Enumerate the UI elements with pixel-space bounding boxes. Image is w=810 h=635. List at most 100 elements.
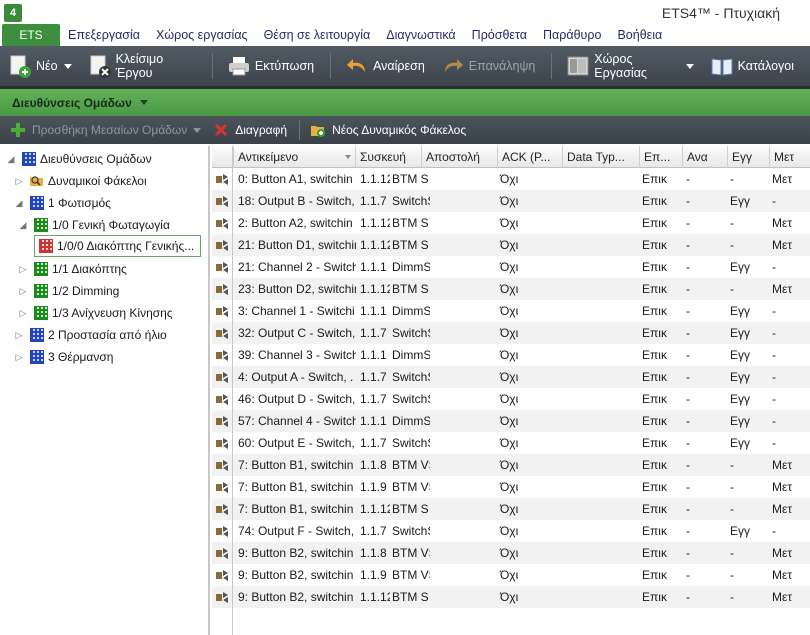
book-icon	[710, 54, 734, 78]
table-row[interactable]: 39: Channel 3 - Switch 1.1.1 DimmS Όχι Επικ -…	[212, 344, 810, 366]
tree-item-lighting[interactable]: ◢ 1 Φωτισμός	[14, 192, 111, 214]
column-header-device[interactable]: Συσκευή	[356, 146, 422, 168]
tree-item-motion-detection[interactable]: ▷ 1/3 Ανίχνευση Κίνησης	[18, 302, 173, 324]
new-dynamic-folder-button[interactable]: Νέος Δυναμικός Φάκελος	[310, 122, 466, 138]
cell-ack: Όχι	[500, 436, 519, 450]
delete-button[interactable]: Διαγραφή	[213, 122, 287, 138]
cell-device-name: BTM VS	[392, 568, 430, 582]
table-row[interactable]: 3: Channel 1 - Switchi 1.1.1 DimmS Όχι Επικ -…	[212, 300, 810, 322]
expand-icon[interactable]: ▷	[14, 176, 24, 187]
column-header-object[interactable]: Αντικείμενο	[234, 146, 356, 168]
group-object-icon	[216, 261, 230, 273]
menu-extras[interactable]: Πρόσθετα	[464, 24, 535, 46]
table-row[interactable]: 21: Button D1, switchin 1.1.12BTM S Όχι Επι…	[212, 234, 810, 256]
redo-button[interactable]: Επανάληψη	[441, 51, 535, 81]
expand-icon[interactable]: ▷	[18, 308, 28, 319]
tree-item-label: 2 Προστασία από ήλιο	[48, 328, 167, 342]
undo-button[interactable]: Αναίρεση	[345, 51, 425, 81]
table-row[interactable]: 0: Button A1, switchin 1.1.12BTM S Όχι Επικ…	[212, 168, 810, 190]
cell-ack: Όχι	[500, 392, 519, 406]
column-header-data-type[interactable]: Data Typ...	[563, 146, 640, 168]
catalogs-button[interactable]: Κατάλογοι	[710, 51, 794, 81]
cell-ana: -	[686, 502, 690, 516]
expand-icon[interactable]: ▷	[18, 286, 28, 297]
chevron-down-icon[interactable]	[193, 127, 202, 133]
table-row[interactable]: 46: Output D - Switch, 1.1.7 SwitchS Όχι Επι…	[212, 388, 810, 410]
table-row[interactable]: 7: Button B1, switchin 1.1.12BTM S Όχι Επικ…	[212, 498, 810, 520]
new-button[interactable]: Νέο	[8, 51, 72, 81]
menu-help[interactable]: Βοήθεια	[609, 24, 670, 46]
column-header-send[interactable]: Αποστολή	[422, 146, 498, 168]
collapse-icon[interactable]: ◢	[14, 198, 24, 209]
cell-ep: Επικ	[642, 282, 667, 296]
menu-workspace[interactable]: Χώρος εργασίας	[148, 24, 256, 46]
table-row[interactable]: 4: Output A - Switch, . 1.1.7 SwitchS Όχι Επ…	[212, 366, 810, 388]
workspace-button[interactable]: Χώρος Εργασίας	[566, 51, 694, 81]
table-row[interactable]: 9: Button B2, switchin 1.1.8 BTM VS Όχι Επικ…	[212, 542, 810, 564]
add-middle-groups-button[interactable]: Προσθήκη Μεσαίων Ομάδων	[10, 122, 202, 138]
cell-met: Μετ	[772, 282, 793, 296]
cell-met: -	[772, 260, 776, 274]
tree-item-general-lighting[interactable]: ◢ 1/0 Γενική Φωταγωγία	[18, 214, 170, 236]
menu-diagnostics[interactable]: Διαγνωστικά	[378, 24, 463, 46]
menu-edit[interactable]: Επεξεργασία	[60, 24, 148, 46]
cell-egg: Εγγ	[730, 436, 751, 450]
cell-device-name: DimmS	[392, 304, 430, 318]
expand-icon[interactable]: ▷	[14, 352, 24, 363]
table-row[interactable]: 23: Button D2, switchin 1.1.12BTM S Όχι Επι…	[212, 278, 810, 300]
main-toolbar: Νέο Κλείσιμο Έργου Εκτύπωση Αναίρεση Επα…	[0, 46, 810, 86]
table-row[interactable]: 7: Button B1, switchin 1.1.8 BTM VS Όχι Επικ…	[212, 454, 810, 476]
cell-met: -	[772, 414, 776, 428]
panel-header[interactable]: Διευθύνσεις Ομάδων	[0, 86, 810, 116]
column-header-ack[interactable]: ACK (P...	[498, 146, 563, 168]
cell-egg: -	[730, 238, 734, 252]
cell-ep: Επικ	[642, 414, 667, 428]
sub-toolbar: Προσθήκη Μεσαίων Ομάδων Διαγραφή Νέος Δυ…	[0, 116, 810, 144]
chevron-down-icon[interactable]	[63, 63, 72, 69]
tree-item-switch[interactable]: ▷ 1/1 Διακόπτης	[18, 258, 127, 280]
cell-ack: Όχι	[500, 304, 519, 318]
cell-device-name: BTM S	[392, 172, 429, 186]
cell-met: Μετ	[772, 216, 793, 230]
table-row[interactable]: 32: Output C - Switch, 1.1.7 SwitchS Όχι Επι…	[212, 322, 810, 344]
menu-window[interactable]: Παράθυρο	[535, 24, 609, 46]
column-header-ep[interactable]: Επ...	[640, 146, 683, 168]
table-row[interactable]: 74: Output F - Switch, 1.1.7 SwitchS Όχι Επι…	[212, 520, 810, 542]
ets-menu-button[interactable]: ETS	[2, 24, 60, 46]
group-object-icon	[216, 283, 230, 295]
expand-icon[interactable]: ▷	[14, 330, 24, 341]
tree-item-general-switch[interactable]: 1/0/0 Διακόπτης Γενικής...	[34, 235, 202, 257]
tree-item-group-addresses[interactable]: ◢ Διευθύνσεις Ομάδων	[6, 148, 152, 170]
menu-commissioning[interactable]: Θέση σε λειτουργία	[256, 24, 379, 46]
group-object-icon	[216, 239, 230, 251]
close-project-button[interactable]: Κλείσιμο Έργου	[88, 51, 196, 81]
cell-egg: -	[730, 546, 734, 560]
collapse-icon[interactable]: ◢	[18, 220, 28, 231]
column-header-ana[interactable]: Ανα	[683, 146, 728, 168]
cell-object: 74: Output F - Switch,	[238, 524, 355, 538]
tree-item-heating[interactable]: ▷ 3 Θέρμανση	[14, 346, 113, 368]
table-row[interactable]: 21: Channel 2 - Switch 1.1.1 DimmS Όχι Επικ -…	[212, 256, 810, 278]
table-row[interactable]: 9: Button B2, switchin 1.1.9 BTM VS Όχι Επικ…	[212, 564, 810, 586]
expand-icon[interactable]: ▷	[18, 264, 28, 275]
chevron-down-icon[interactable]	[685, 63, 694, 69]
cell-device: 1.1.1	[360, 304, 387, 318]
table-row[interactable]: 18: Output B - Switch, 1.1.7 SwitchS Όχι Επι…	[212, 190, 810, 212]
table-row[interactable]: 60: Output E - Switch, 1.1.7 SwitchS Όχι Επι…	[212, 432, 810, 454]
column-header-egg[interactable]: Εγγ	[728, 146, 770, 168]
table-row[interactable]: 57: Channel 4 - Switch 1.1.1 DimmS Όχι Επικ -…	[212, 410, 810, 432]
tree-item-dynamic-folders[interactable]: ▷ Δυναμικοί Φάκελοι	[14, 170, 147, 192]
cell-device: 1.1.12	[360, 172, 390, 186]
collapse-icon[interactable]: ◢	[6, 154, 16, 165]
print-button[interactable]: Εκτύπωση	[227, 51, 314, 81]
cell-met: Μετ	[772, 546, 793, 560]
chevron-down-icon[interactable]	[139, 100, 148, 105]
table-row[interactable]: 2: Button A2, switchin 1.1.12BTM S Όχι Επικ…	[212, 212, 810, 234]
tree-item-sun-protection[interactable]: ▷ 2 Προστασία από ήλιο	[14, 324, 167, 346]
table-row[interactable]: 9: Button B2, switchin 1.1.12BTM S Όχι Επικ…	[212, 586, 810, 608]
column-header-met[interactable]: Μετ	[770, 146, 810, 168]
cell-met: -	[772, 326, 776, 340]
tree-item-dimming[interactable]: ▷ 1/2 Dimming	[18, 280, 119, 302]
cell-device: 1.1.7	[360, 392, 387, 406]
table-row[interactable]: 7: Button B1, switchin 1.1.9 BTM VS Όχι Επικ…	[212, 476, 810, 498]
